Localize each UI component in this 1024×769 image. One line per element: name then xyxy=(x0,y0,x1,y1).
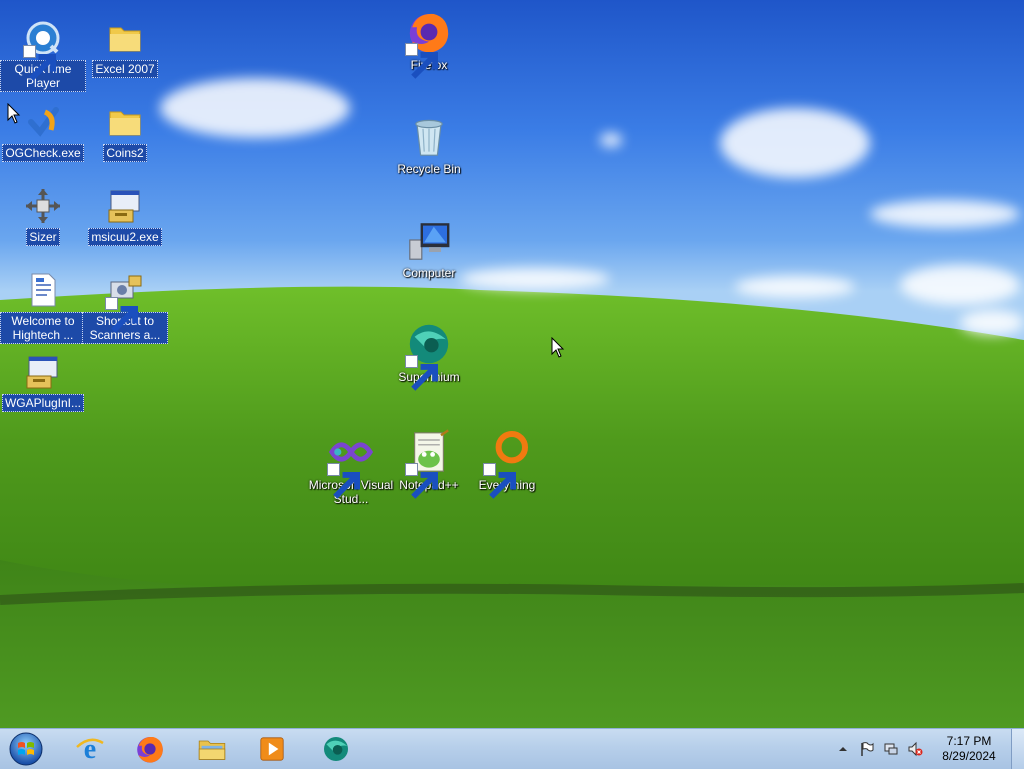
desktop-icon-coins2[interactable]: Coins2 xyxy=(82,102,168,162)
internet-explorer-icon: e xyxy=(76,734,104,765)
shortcut-arrow-icon xyxy=(483,463,516,499)
ogcheck-icon xyxy=(23,102,63,142)
installer-icon xyxy=(23,352,63,392)
everything-search-icon xyxy=(483,428,531,499)
folder-icon xyxy=(105,102,145,142)
media-player-icon xyxy=(260,737,284,761)
chevron-up-icon xyxy=(839,747,847,751)
shortcut-arrow-icon xyxy=(327,463,360,499)
desktop-icon-notepad-plus-plus[interactable]: Notepad++ xyxy=(386,428,472,499)
cloud xyxy=(720,108,870,178)
notepad-plus-plus-icon xyxy=(405,428,453,499)
recycle-bin-icon xyxy=(405,112,453,160)
action-center-button[interactable] xyxy=(858,740,876,758)
folder-icon xyxy=(198,740,226,760)
firefox-icon xyxy=(137,736,163,763)
volume-button[interactable] xyxy=(906,740,924,758)
desktop-icon-sizer[interactable]: Sizer xyxy=(0,186,86,246)
shortcut-arrow-icon xyxy=(405,355,438,391)
show-desktop-button[interactable] xyxy=(1011,729,1024,769)
desktop-icon-excel-2007[interactable]: Excel 2007 xyxy=(82,18,168,78)
windows-logo-icon xyxy=(9,732,43,766)
firefox-icon xyxy=(405,8,453,79)
show-hidden-icons-button[interactable] xyxy=(834,740,852,758)
taskbar: e 7:17 PM 8/29/2024 xyxy=(0,728,1024,769)
visual-studio-icon xyxy=(327,428,375,499)
system-tray: 7:17 PM 8/29/2024 xyxy=(831,729,1024,769)
clock-date: 8/29/2024 xyxy=(942,749,996,763)
clock-time: 7:17 PM xyxy=(946,734,992,748)
volume-muted-icon xyxy=(908,741,923,757)
taskbar-internet-explorer[interactable]: e xyxy=(62,731,118,767)
icon-label: Welcome to Hightech ... xyxy=(0,312,86,344)
desktop-icon-computer[interactable]: Computer xyxy=(386,216,472,280)
desktop-icon-welcome-hightech[interactable]: Welcome to Hightech ... xyxy=(0,270,86,344)
move-arrows-icon xyxy=(23,186,63,226)
desktop-icon-wgaplugin[interactable]: WGAPlugInI... xyxy=(0,352,86,412)
icon-label: WGAPlugInI... xyxy=(1,394,85,412)
folder-icon xyxy=(105,18,145,58)
document-icon xyxy=(23,270,63,310)
cloud xyxy=(735,276,855,298)
cloud xyxy=(960,310,1024,335)
mouse-pointer-icon xyxy=(7,103,21,124)
desktop-icon-visual-studio[interactable]: Microsoft Visual Stud... xyxy=(308,428,394,506)
icon-label: msicuu2.exe xyxy=(88,228,162,246)
taskbar-firefox[interactable] xyxy=(122,731,178,767)
taskbar-file-explorer[interactable] xyxy=(184,731,240,767)
supermium-icon xyxy=(405,320,453,391)
icon-label: Excel 2007 xyxy=(92,60,158,78)
desktop-icon-quicktime[interactable]: QuickTime Player xyxy=(0,18,86,92)
shortcut-arrow-icon xyxy=(405,43,438,79)
icon-label: Coins2 xyxy=(103,144,147,162)
taskbar-supermium[interactable] xyxy=(308,731,364,767)
cloud xyxy=(870,200,1020,228)
cloud xyxy=(600,133,622,147)
start-button[interactable] xyxy=(6,731,46,767)
quicktime-icon xyxy=(23,18,63,81)
desktop-icon-firefox[interactable]: Firefox xyxy=(386,8,472,79)
network-button[interactable] xyxy=(882,740,900,758)
cloud xyxy=(900,265,1020,305)
desktop[interactable]: QuickTime Player Excel 2007 OGCheck.exe … xyxy=(0,0,1024,728)
taskbar-media-player[interactable] xyxy=(244,731,300,767)
desktop-icon-everything[interactable]: Everything xyxy=(464,428,550,499)
icon-label: Recycle Bin xyxy=(397,162,461,176)
desktop-icon-msicuu2[interactable]: msicuu2.exe xyxy=(82,186,168,246)
cloud xyxy=(460,268,610,290)
icon-label: Computer xyxy=(402,266,456,280)
shortcut-arrow-icon xyxy=(23,45,56,81)
cloud xyxy=(160,78,350,138)
icon-label: Sizer xyxy=(26,228,60,246)
installer-icon xyxy=(105,186,145,226)
clock[interactable]: 7:17 PM 8/29/2024 xyxy=(933,734,1005,764)
desktop-icon-scanners-shortcut[interactable]: Shortcut to Scanners a... xyxy=(82,270,168,344)
shortcut-arrow-icon xyxy=(405,463,438,499)
flag-icon xyxy=(861,742,874,756)
desktop-icon-recycle-bin[interactable]: Recycle Bin xyxy=(386,112,472,176)
scanner-camera-icon xyxy=(105,270,145,333)
desktop-icon-supermium[interactable]: Supermium xyxy=(386,320,472,391)
computer-icon xyxy=(405,216,453,264)
shortcut-arrow-icon xyxy=(105,297,138,333)
supermium-icon xyxy=(324,737,348,761)
icon-label: OGCheck.exe xyxy=(2,144,84,162)
mouse-pointer-icon xyxy=(551,337,565,358)
network-icon xyxy=(884,743,898,755)
